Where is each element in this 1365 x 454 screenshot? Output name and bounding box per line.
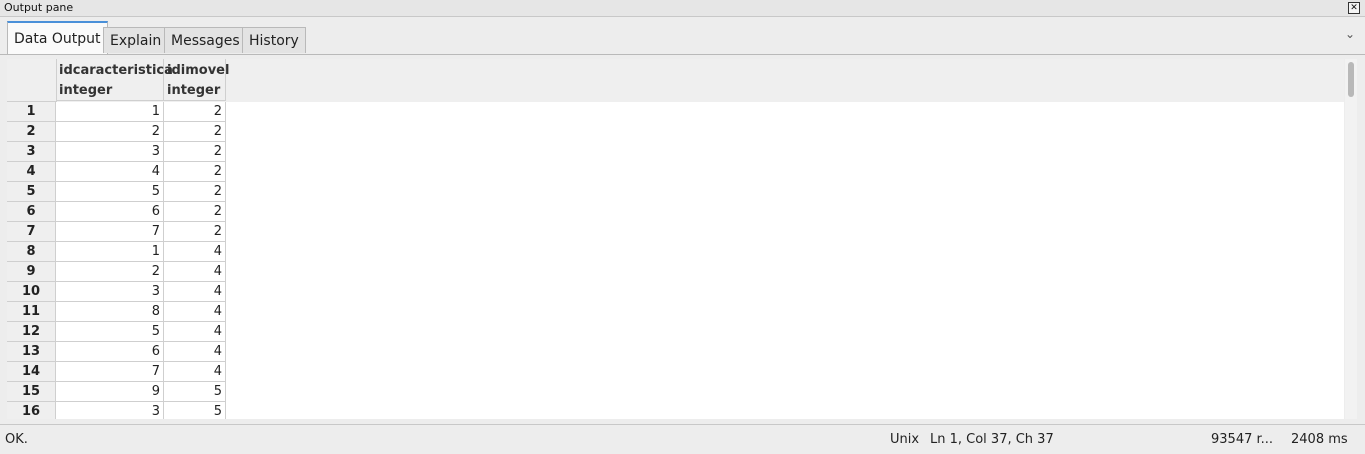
cell-idimovel[interactable]: 4 [164,242,226,262]
row-number[interactable]: 3 [7,142,56,162]
tab-messages[interactable]: Messages [164,27,247,53]
cell-idimovel[interactable]: 5 [164,382,226,402]
cell-idimovel[interactable]: 4 [164,302,226,322]
table-row[interactable]: 222 [7,122,227,142]
column-name: idimovel [167,63,230,78]
pane-divider [0,424,1365,425]
cell-idcaracteristica[interactable]: 7 [56,362,164,382]
tab-explain[interactable]: Explain [103,27,169,53]
scrollbar-thumb[interactable] [1348,62,1354,97]
tab-history[interactable]: History [242,27,306,53]
row-number[interactable]: 8 [7,242,56,262]
status-query-time: 2408 ms [1291,432,1348,447]
table-row[interactable]: 11 8 4 [7,302,227,322]
column-type: integer [167,83,221,98]
cell-idimovel[interactable]: 5 [164,402,226,419]
cell-idcaracteristica[interactable]: 3 [56,402,164,419]
cell-idcaracteristica[interactable]: 4 [56,162,164,182]
row-number[interactable]: 5 [7,182,56,202]
cell-idcaracteristica[interactable]: 5 [56,322,164,342]
row-number[interactable]: 16 [7,402,56,419]
cell-idimovel[interactable]: 4 [164,282,226,302]
cell-idcaracteristica[interactable]: 3 [56,282,164,302]
table-row[interactable]: 814 [7,242,227,262]
cell-idimovel[interactable]: 4 [164,342,226,362]
cell-idcaracteristica[interactable]: 3 [56,142,164,162]
table-row[interactable]: 16 3 5 [7,402,227,419]
status-bar: OK. Unix Ln 1, Col 37, Ch 37 93547 r... … [0,426,1365,454]
cell-idimovel[interactable]: 4 [164,362,226,382]
grid-corner[interactable] [7,59,57,102]
close-icon[interactable]: ✕ [1348,2,1360,14]
table-row[interactable]: 332 [7,142,227,162]
row-number[interactable]: 9 [7,262,56,282]
grid-header: idcaracteristica integer idimovel intege… [7,59,1344,102]
cell-idcaracteristica[interactable]: 2 [56,262,164,282]
row-number[interactable]: 13 [7,342,56,362]
table-row[interactable]: 14 7 4 [7,362,227,382]
table-row[interactable]: 442 [7,162,227,182]
cell-idimovel[interactable]: 2 [164,222,226,242]
table-row[interactable]: 772 [7,222,227,242]
cell-idcaracteristica[interactable]: 6 [56,202,164,222]
cell-idimovel[interactable]: 2 [164,202,226,222]
column-header-idcaracteristica[interactable]: idcaracteristica integer [56,59,173,101]
row-number[interactable]: 15 [7,382,56,402]
row-number[interactable]: 2 [7,122,56,142]
cell-idcaracteristica[interactable]: 1 [56,242,164,262]
row-number[interactable]: 7 [7,222,56,242]
status-row-count: 93547 r... [1211,432,1274,447]
cell-idcaracteristica[interactable]: 9 [56,382,164,402]
tab-data-output[interactable]: Data Output [7,21,108,55]
table-row[interactable]: 10 3 4 [7,282,227,302]
data-grid[interactable]: idcaracteristica integer idimovel intege… [7,59,1344,419]
row-number[interactable]: 12 [7,322,56,342]
row-number[interactable]: 6 [7,202,56,222]
tab-bar: Data Output Explain Messages History ⌄ [0,17,1365,55]
cell-idcaracteristica[interactable]: 6 [56,342,164,362]
cell-idimovel[interactable]: 2 [164,182,226,202]
row-number[interactable]: 1 [7,102,56,122]
table-row[interactable]: 15 9 5 [7,382,227,402]
chevron-down-icon[interactable]: ⌄ [1345,27,1355,41]
cell-idimovel[interactable]: 2 [164,162,226,182]
table-row[interactable]: 13 6 4 [7,342,227,362]
table-row[interactable]: 552 [7,182,227,202]
column-name: idcaracteristica [59,63,173,78]
tab-divider [0,54,1365,55]
row-number[interactable]: 4 [7,162,56,182]
cell-idcaracteristica[interactable]: 5 [56,182,164,202]
cell-idcaracteristica[interactable]: 8 [56,302,164,322]
cell-idimovel[interactable]: 2 [164,142,226,162]
cell-idcaracteristica[interactable]: 7 [56,222,164,242]
vertical-scrollbar[interactable] [1345,59,1357,419]
cell-idimovel[interactable]: 4 [164,322,226,342]
table-row[interactable]: 662 [7,202,227,222]
status-cursor-position: Ln 1, Col 37, Ch 37 [930,432,1054,447]
status-line-ending: Unix [890,432,920,447]
column-type: integer [59,83,113,98]
row-number[interactable]: 10 [7,282,56,302]
pane-title: Output pane [4,1,74,14]
status-message: OK. [5,432,28,447]
table-row[interactable]: 924 [7,262,227,282]
cell-idcaracteristica[interactable]: 2 [56,122,164,142]
cell-idimovel[interactable]: 2 [164,122,226,142]
table-row[interactable]: 12 5 4 [7,322,227,342]
cell-idimovel[interactable]: 4 [164,262,226,282]
cell-idimovel[interactable]: 2 [164,102,226,122]
table-row[interactable]: 112 [7,102,227,122]
row-number[interactable]: 14 [7,362,56,382]
row-number[interactable]: 11 [7,302,56,322]
pane-titlebar: Output pane ✕ [0,0,1365,17]
column-header-idimovel[interactable]: idimovel integer [164,59,230,101]
cell-idcaracteristica[interactable]: 1 [56,102,164,122]
